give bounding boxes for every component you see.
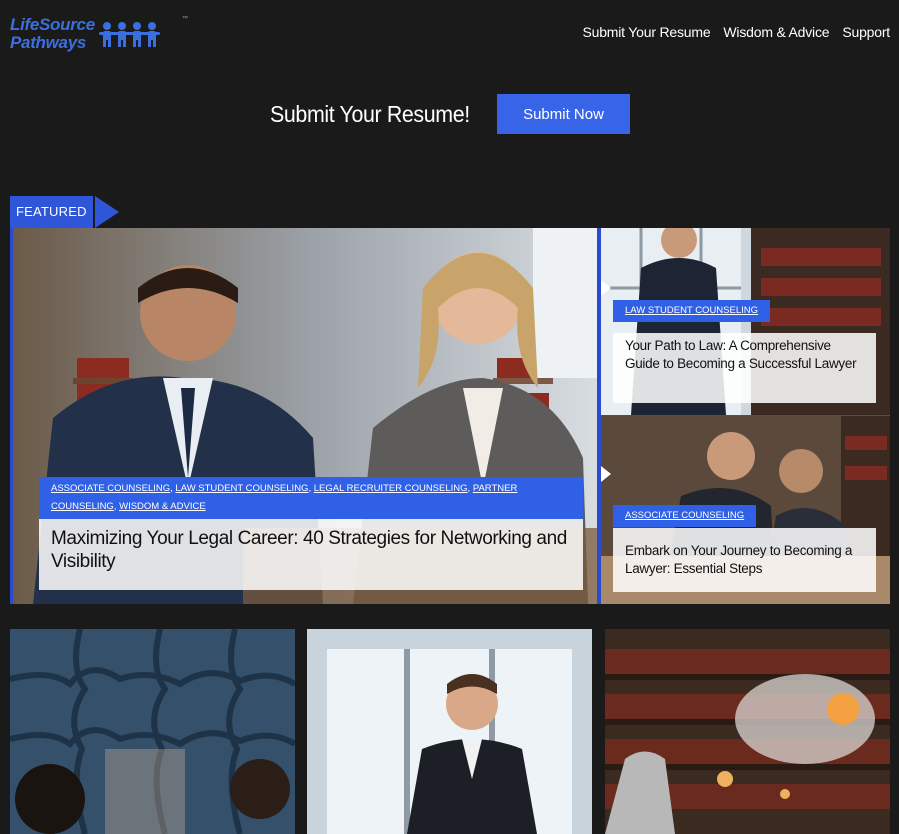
- side-card-2-title[interactable]: Embark on Your Journey to Becoming a Law…: [625, 542, 864, 578]
- article-card-3[interactable]: [605, 629, 890, 834]
- nav-support[interactable]: Support: [842, 24, 890, 40]
- logo-line-1: LifeSource: [10, 15, 95, 34]
- category-link[interactable]: LAW STUDENT COUNSELING: [625, 305, 758, 316]
- side-card-2-category: ASSOCIATE COUNSELING: [613, 505, 757, 527]
- article-card-2[interactable]: [307, 629, 592, 834]
- category-link[interactable]: WISDOM & ADVICE: [119, 501, 206, 512]
- logo-trademark: ™: [182, 16, 188, 22]
- category-link[interactable]: LEGAL RECRUITER COUNSELING: [314, 483, 468, 494]
- side-card-2-title-box: Embark on Your Journey to Becoming a Law…: [613, 528, 876, 592]
- featured-side-card-2[interactable]: ASSOCIATE COUNSELING Embark on Your Jour…: [601, 416, 890, 604]
- featured-main-title-box: Maximizing Your Legal Career: 40 Strateg…: [39, 519, 583, 590]
- featured-tag: FEATURED: [10, 196, 119, 228]
- thinking-man-image: [307, 629, 592, 834]
- side-card-1-category: LAW STUDENT COUNSELING: [613, 300, 771, 322]
- nav-wisdom-advice[interactable]: Wisdom & Advice: [723, 24, 829, 40]
- category-link[interactable]: LAW STUDENT COUNSELING: [175, 483, 308, 494]
- play-icon: [601, 466, 611, 482]
- category-link[interactable]: ASSOCIATE COUNSELING: [51, 483, 170, 494]
- featured-arrow-icon: [94, 196, 119, 228]
- site-logo[interactable]: LifeSource Pathways ™: [10, 14, 188, 54]
- people-icon: [98, 21, 161, 47]
- ai-library-image: [605, 629, 890, 834]
- resume-cta: Submit Your Resume! Submit Now: [270, 93, 630, 135]
- featured-label: FEATURED: [10, 196, 93, 228]
- site-header: LifeSource Pathways ™ Submit Your Resume…: [0, 0, 899, 70]
- submit-now-button[interactable]: Submit Now: [497, 94, 630, 134]
- cta-heading: Submit Your Resume!: [270, 100, 470, 127]
- side-card-1-title-box: Your Path to Law: A Comprehensive Guide …: [613, 333, 876, 403]
- featured-side-card-1[interactable]: LAW STUDENT COUNSELING Your Path to Law:…: [601, 228, 890, 415]
- nav-submit-resume[interactable]: Submit Your Resume: [583, 24, 711, 40]
- play-icon: [601, 280, 611, 296]
- category-link[interactable]: ASSOCIATE COUNSELING: [625, 510, 744, 521]
- puzzle-image: [10, 629, 295, 834]
- featured-main-categories: ASSOCIATE COUNSELING, LAW STUDENT COUNSE…: [39, 477, 583, 519]
- side-card-1-title[interactable]: Your Path to Law: A Comprehensive Guide …: [625, 337, 864, 373]
- main-nav: Submit Your Resume Wisdom & Advice Suppo…: [583, 24, 891, 40]
- featured-section: ASSOCIATE COUNSELING, LAW STUDENT COUNSE…: [10, 228, 890, 604]
- featured-main-title[interactable]: Maximizing Your Legal Career: 40 Strateg…: [51, 527, 571, 573]
- article-card-1[interactable]: [10, 629, 295, 834]
- logo-line-2: Pathways: [10, 33, 87, 52]
- featured-main-card[interactable]: ASSOCIATE COUNSELING, LAW STUDENT COUNSE…: [13, 228, 597, 604]
